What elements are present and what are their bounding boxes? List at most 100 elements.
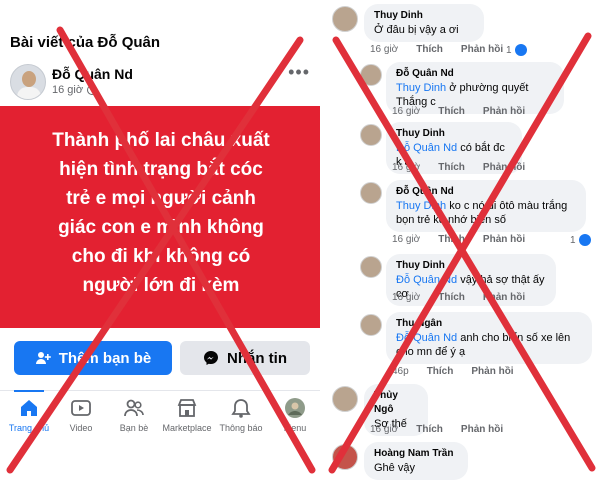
home-icon (21, 400, 37, 416)
friends-icon (124, 399, 144, 417)
post-time: 16 giờ (52, 84, 98, 96)
like-button[interactable]: Thích (438, 162, 465, 173)
like-button[interactable]: Thích (438, 234, 465, 245)
bell-icon (231, 399, 251, 418)
nav-label: Trang chủ (8, 423, 50, 433)
avatar[interactable] (360, 124, 382, 146)
comment-author[interactable]: Đỗ Quân Nd (396, 185, 576, 199)
avatar[interactable] (360, 256, 382, 278)
comment-actions: 16 giờ Thích Phản hồi (392, 292, 525, 303)
like-count[interactable]: 1 (570, 234, 591, 246)
globe-icon (87, 85, 98, 95)
add-friend-icon (35, 350, 51, 366)
comment-time: 16 giờ (370, 424, 399, 435)
post-image-text: Thành phố lai châu xuất hiện tình trạng … (16, 126, 306, 300)
message-label: Nhắn tin (227, 349, 287, 367)
comment-time: 16 giờ (370, 44, 399, 55)
reply-button[interactable]: Phản hồi (483, 292, 525, 303)
avatar[interactable] (332, 6, 358, 32)
comment-actions: 16 giờ Thích Phản hồi (392, 106, 525, 117)
like-reaction-icon (578, 234, 591, 246)
messenger-icon (203, 350, 219, 366)
reply-button[interactable]: Phản hồi (483, 234, 525, 245)
nav-menu[interactable]: Menu (266, 397, 320, 433)
comment-text: Ghê vậy (374, 462, 415, 474)
video-icon (71, 400, 91, 416)
message-button[interactable]: Nhắn tin (180, 341, 310, 375)
like-button[interactable]: Thích (416, 44, 443, 55)
nav-home[interactable]: Trang chủ (0, 390, 58, 433)
like-button[interactable]: Thích (416, 424, 443, 435)
reply-button[interactable]: Phản hồi (471, 366, 513, 377)
author-name[interactable]: Đỗ Quân Nd (52, 66, 133, 82)
like-count-value: 1 (506, 44, 512, 56)
more-dots-icon[interactable]: ••• (288, 62, 310, 83)
nav-notifications[interactable]: Thông báo (212, 397, 270, 433)
like-button[interactable]: Thích (438, 292, 465, 303)
add-friend-button[interactable]: Thêm bạn bè (14, 341, 172, 375)
comment-author[interactable]: Thu Ngân (396, 317, 582, 331)
comment-time: 16 giờ (392, 292, 421, 303)
comment-bubble: Hoàng Nam Trần Ghê vậy (364, 442, 468, 480)
menu-avatar-icon (285, 398, 305, 418)
banner-line: cho đi khi không có (71, 246, 251, 267)
post-time-text: 16 giờ (52, 84, 84, 96)
like-button[interactable]: Thích (427, 366, 454, 377)
comment-time: 16 giờ (392, 234, 421, 245)
page-title: Bài viết của Đỗ Quân (10, 34, 161, 51)
reply-button[interactable]: Phản hồi (461, 44, 503, 55)
nav-label: Bạn bè (119, 423, 149, 433)
comment-actions: 46p Thích Phản hồi (392, 366, 514, 377)
comment-mention[interactable]: Thuy Dinh (396, 82, 446, 94)
comment-author[interactable]: Đỗ Quân Nd (396, 67, 554, 81)
nav-label: Thông báo (219, 423, 263, 433)
comment-mention[interactable]: Đỗ Quân Nd (396, 274, 457, 286)
comment-actions: 16 giờ Thích Phản hồi (370, 424, 503, 435)
comment-bubble: Thuy Dinh Ở đâu bị vậy a ơi (364, 4, 484, 42)
marketplace-icon (177, 399, 197, 417)
avatar[interactable] (332, 386, 358, 412)
nav-label: Video (69, 423, 93, 433)
comment-actions: 16 giờ Thích Phản hồi (370, 44, 503, 55)
reply-button[interactable]: Phản hồi (461, 424, 503, 435)
banner-line: giác con e mình không (58, 217, 264, 238)
author-avatar[interactable] (10, 64, 46, 100)
comment-author[interactable]: Thuy Dinh (396, 127, 512, 141)
comment-author[interactable]: Thủy Ngô (374, 389, 418, 417)
comment-time: 46p (392, 366, 409, 377)
comment-actions: 16 giờ Thích Phản hồi (392, 234, 525, 245)
nav-video[interactable]: Video (52, 397, 110, 433)
comment-author[interactable]: Thuy Dinh (396, 259, 546, 273)
nav-label: Menu (283, 423, 307, 433)
reply-button[interactable]: Phản hồi (483, 162, 525, 173)
reply-button[interactable]: Phản hồi (483, 106, 525, 117)
avatar[interactable] (360, 182, 382, 204)
comments-panel: Thuy Dinh Ở đâu bị vậy a ơi 16 giờ Thích… (324, 0, 600, 480)
comment-mention[interactable]: Thuy Dinh (396, 200, 446, 212)
bottom-nav: Trang chủ Video Bạn bè Marketplace Thông… (0, 390, 320, 480)
comment-time: 16 giờ (392, 106, 421, 117)
avatar[interactable] (360, 314, 382, 336)
post-panel: Bài viết của Đỗ Quân Đỗ Quân Nd 16 giờ •… (0, 0, 320, 480)
comment-text: Ở đâu bị vậy a ơi (374, 24, 459, 36)
comment-bubble: Đỗ Quân Nd Thuy Dinh ko c nó đi ôtô màu … (386, 180, 586, 232)
comment-time: 16 giờ (392, 162, 421, 173)
banner-line: Thành phố lai châu xuất (52, 130, 270, 151)
avatar[interactable] (360, 64, 382, 86)
comment-mention[interactable]: Đỗ Quân Nd (396, 332, 457, 344)
like-count[interactable]: 1 (506, 44, 527, 56)
add-friend-label: Thêm bạn bè (58, 349, 152, 367)
comment-author[interactable]: Thuy Dinh (374, 9, 474, 23)
like-reaction-icon (514, 44, 527, 56)
comment-bubble: Thu Ngân Đỗ Quân Nd anh cho biển số xe l… (386, 312, 592, 364)
comment-mention[interactable]: Đỗ Quân Nd (396, 142, 457, 154)
banner-line: trẻ e mọi người cảnh (66, 188, 256, 209)
avatar[interactable] (332, 444, 358, 470)
comment-author[interactable]: Hoàng Nam Trần (374, 447, 458, 461)
banner-line: hiện tình trạng bắt cóc (59, 159, 263, 180)
nav-label: Marketplace (162, 423, 212, 433)
banner-line: người lớn đi kèm (82, 275, 240, 296)
like-button[interactable]: Thích (438, 106, 465, 117)
nav-marketplace[interactable]: Marketplace (158, 397, 216, 433)
nav-friends[interactable]: Bạn bè (105, 397, 163, 433)
